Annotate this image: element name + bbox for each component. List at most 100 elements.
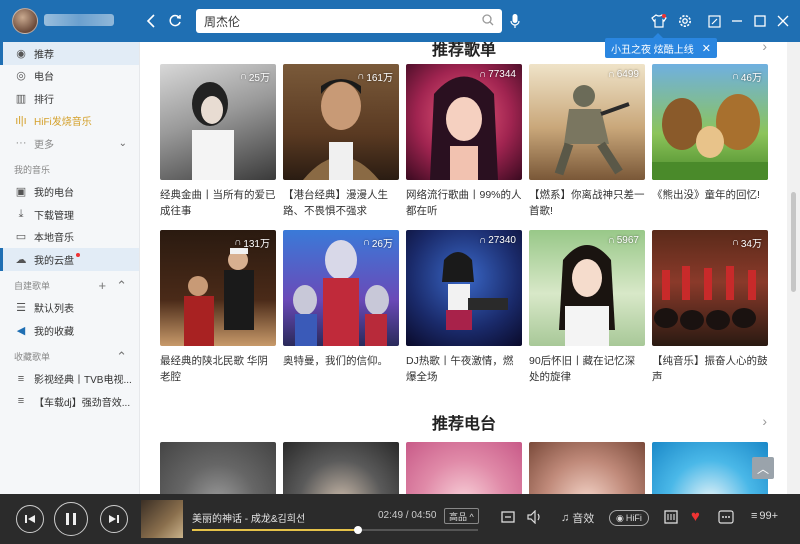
playlist-cover[interactable]: ∩ 6499 [529,64,645,180]
playlist-caption[interactable]: 90后怀旧丨藏在记忆深处的旋律 [529,353,645,385]
mv-icon[interactable] [664,510,678,527]
username-blurred[interactable] [44,14,114,26]
sidebar-item-downloads[interactable]: ⤓ 下载管理 [0,203,139,226]
playlist-cover[interactable]: ∩ 77344 [406,64,522,180]
album-art[interactable] [141,500,183,538]
maximize-icon[interactable] [749,10,771,32]
radio-card[interactable] [160,442,276,494]
desktop-lyrics-icon[interactable] [501,510,515,527]
chevron-up-icon[interactable]: ⌃ [116,278,127,294]
sidebar-item-more[interactable]: ··· 更多 ⌄ [0,132,139,155]
sidebar-item-default-list[interactable]: ☰ 默认列表 [0,297,139,320]
gear-icon[interactable] [674,10,696,32]
radio-card[interactable] [529,442,645,494]
sidebar-item-my-radio[interactable]: ▣ 我的电台 [0,181,139,204]
tooltip-text: 小丑之夜 炫酷上线 [611,44,694,56]
search-input[interactable] [204,14,482,28]
chevron-right-icon[interactable]: › [762,413,767,429]
playlist-caption[interactable]: DJ热歌丨午夜激情，燃爆全场 [406,353,522,385]
playlist-cover[interactable]: ∩ 27340 [406,230,522,346]
playlist-card[interactable]: ∩ 25万 经典金曲丨当所有的爱已成往事 [160,64,276,219]
skin-icon[interactable] [648,10,670,32]
playlist-caption[interactable]: 经典金曲丨当所有的爱已成往事 [160,187,276,219]
sidebar-item-label: 本地音乐 [34,233,74,245]
hifi-toggle[interactable]: ◉ HiFi [609,510,649,526]
playlist-card[interactable]: ∩ 6499 【燃系】你离战神只差一首歌! [529,64,645,219]
playlist-cover[interactable]: ∩ 161万 [283,64,399,180]
playlist-caption[interactable]: 【港台经典】漫漫人生路、不畏惧不强求 [283,187,399,219]
play-count: ∩ 26万 [362,237,393,250]
scrollbar-thumb[interactable] [791,192,796,292]
sidebar-item-hifi[interactable]: ıl|ı HiFi发烧音乐 [0,110,139,133]
playlist-card[interactable]: ∩ 77344 网络流行歌曲丨99%的人都在听 [406,64,522,219]
sidebar-item-collected-1[interactable]: ≡ 影视经典丨TVB电视... [0,368,139,391]
headphones-icon: ∩ [731,71,739,82]
playlist-cover[interactable]: ∩ 26万 [283,230,399,346]
headphones-icon: ∩ [731,237,739,248]
sidebar-item-collected-2[interactable]: ≡ 【车载dj】强劲音效... [0,390,139,413]
playlist-cover[interactable]: ∩ 25万 [160,64,276,180]
microphone-icon[interactable] [504,10,526,32]
search-bar[interactable] [196,9,502,33]
next-button[interactable] [100,505,128,533]
refresh-icon[interactable] [164,10,186,32]
pause-button[interactable] [54,502,88,536]
progress-bar[interactable] [192,526,478,534]
playlist-cover[interactable]: ∩ 131万 [160,230,276,346]
previous-button[interactable] [16,505,44,533]
playlist-caption[interactable]: 《熊出没》童年的回忆! [652,187,768,203]
close-icon[interactable] [772,10,794,32]
song-title[interactable]: 美丽的神话 - 成龙&김희선 [192,510,305,525]
tooltip-close-icon[interactable]: ✕ [702,42,711,55]
avatar[interactable] [12,8,38,34]
radio-box-icon: ▣ [15,186,27,199]
speaker-icon: ◀ [16,324,26,337]
radio-card[interactable] [406,442,522,494]
headphones-icon: ∩ [479,69,487,80]
quality-button[interactable]: 高品 ^ [444,508,479,524]
playlist-card[interactable]: ∩ 5967 90后怀旧丨藏在记忆深处的旋律 [529,230,645,385]
playlist-cover[interactable]: ∩ 5967 [529,230,645,346]
add-icon[interactable]: + [99,278,107,294]
playlist-caption[interactable]: 奥特曼，我们的信仰。 [283,353,399,369]
playlist-caption[interactable]: 网络流行歌曲丨99%的人都在听 [406,187,522,219]
playlist-card[interactable]: ∩ 26万 奥特曼，我们的信仰。 [283,230,399,369]
radio-card[interactable] [652,442,768,494]
chevron-up-icon[interactable]: ⌃ [116,349,127,365]
radio-card[interactable] [283,442,399,494]
progress-knob[interactable] [353,526,362,534]
playlist-card[interactable]: ∩ 161万 【港台经典】漫漫人生路、不畏惧不强求 [283,64,399,219]
chevron-right-icon[interactable]: › [762,42,767,54]
back-to-top-icon[interactable]: ︿ [752,457,774,479]
play-count: ∩ 34万 [731,237,762,250]
sidebar-item-radio[interactable]: ◎ 电台 [0,65,139,88]
more-options-icon[interactable] [718,510,734,527]
minimize-icon[interactable] [726,10,748,32]
mini-mode-icon[interactable] [703,10,725,32]
chevron-down-icon[interactable]: ⌄ [119,138,127,149]
playlist-cover[interactable]: ∩ 34万 [652,230,768,346]
playlist-card[interactable]: ∩ 131万 最经典的陕北民歌 华阴老腔 [160,230,276,385]
playlist-cover[interactable]: ∩ 46万 [652,64,768,180]
search-icon[interactable] [482,13,494,29]
headphones-icon: ∩ [362,237,370,248]
volume-icon[interactable] [527,509,543,527]
sidebar-item-chart[interactable]: ▥ 排行 [0,87,139,110]
sidebar-item-local[interactable]: ▭ 本地音乐 [0,226,139,249]
sidebar-item-cloud[interactable]: ☁ 我的云盘 [0,248,139,271]
playlist-queue-button[interactable]: ≡ 99+ [751,510,778,522]
playlist-card[interactable]: ∩ 34万 【纯音乐】振奋人心的鼓声 [652,230,768,385]
sidebar-item-favorites[interactable]: ◀ 我的收藏 [0,319,139,342]
heart-icon[interactable]: ♥ [691,508,700,525]
playlist-caption[interactable]: 【燃系】你离战神只差一首歌! [529,187,645,219]
headphones-icon: ∩ [479,235,487,246]
promo-tooltip[interactable]: 小丑之夜 炫酷上线 ✕ [605,33,717,58]
sidebar-item-recommend[interactable]: ◉ 推荐 [0,42,139,65]
playlist-caption[interactable]: 【纯音乐】振奋人心的鼓声 [652,353,768,385]
playlist-caption[interactable]: 最经典的陕北民歌 华阴老腔 [160,353,276,385]
scrollbar[interactable] [787,42,800,494]
sound-effects-button[interactable]: ♫ 音效 [561,510,594,526]
back-icon[interactable] [140,10,162,32]
playlist-card[interactable]: ∩ 27340 DJ热歌丨午夜激情，燃爆全场 [406,230,522,385]
playlist-card[interactable]: ∩ 46万 《熊出没》童年的回忆! [652,64,768,203]
